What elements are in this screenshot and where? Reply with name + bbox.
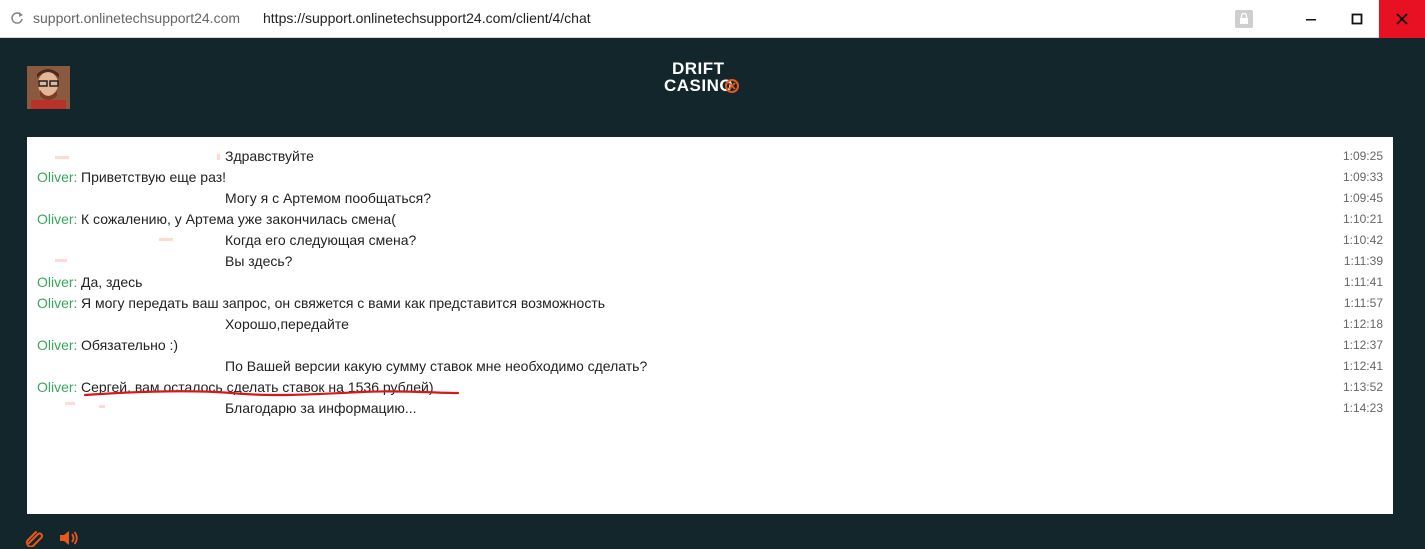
chat-message: Oliver: Обязательно :) 1:12:37 bbox=[37, 337, 1383, 353]
chat-transcript: Здравствуйте 1:09:25 Oliver: Приветствую… bbox=[27, 137, 1393, 514]
chat-message: Здравствуйте 1:09:25 bbox=[225, 148, 1383, 164]
chat-message: Oliver: Я могу передать ваш запрос, он с… bbox=[37, 295, 1383, 311]
red-underline-annotation bbox=[83, 390, 460, 397]
chat-message: Oliver: Да, здесь 1:11:41 bbox=[37, 274, 1383, 290]
logo-target-icon bbox=[725, 79, 739, 93]
chat-message: Могу я с Артемом пообщаться? 1:09:45 bbox=[225, 190, 1383, 206]
drift-casino-logo: DRIFT CASINO bbox=[664, 60, 744, 98]
chat-message: По Вашей версии какую сумму ставок мне н… bbox=[225, 358, 1383, 374]
chat-message: Хорошо,передайте 1:12:18 bbox=[225, 316, 1383, 332]
operator-name: Oliver: bbox=[37, 274, 78, 290]
operator-name: Oliver: bbox=[37, 211, 78, 227]
chat-message: Благодарю за информацию... 1:14:23 bbox=[225, 400, 1383, 416]
reload-icon[interactable] bbox=[10, 11, 24, 25]
close-icon bbox=[1396, 13, 1408, 25]
chat-message: Oliver: К сожалению, у Артема уже законч… bbox=[37, 211, 1383, 227]
chat-message: Когда его следующая смена? 1:10:42 bbox=[225, 232, 1383, 248]
speaker-icon[interactable] bbox=[58, 529, 80, 547]
operator-name: Oliver: bbox=[37, 379, 78, 395]
browser-address-bar: support.onlinetechsupport24.com https://… bbox=[0, 0, 1425, 38]
page-url[interactable]: https://support.onlinetechsupport24.com/… bbox=[263, 10, 591, 26]
chat-message: Oliver: Приветствую еще раз! 1:09:33 bbox=[37, 169, 1383, 185]
maximize-button[interactable] bbox=[1334, 0, 1380, 38]
close-button[interactable] bbox=[1379, 0, 1425, 38]
minimize-button[interactable] bbox=[1288, 0, 1334, 38]
operator-avatar bbox=[27, 66, 70, 109]
operator-name: Oliver: bbox=[37, 337, 78, 353]
paperclip-icon[interactable] bbox=[25, 529, 45, 547]
operator-name: Oliver: bbox=[37, 169, 78, 185]
operator-name: Oliver: bbox=[37, 295, 78, 311]
page-domain: support.onlinetechsupport24.com bbox=[33, 10, 241, 26]
lock-icon bbox=[1235, 10, 1253, 28]
chat-message: Вы здесь? 1:11:39 bbox=[225, 253, 1383, 269]
